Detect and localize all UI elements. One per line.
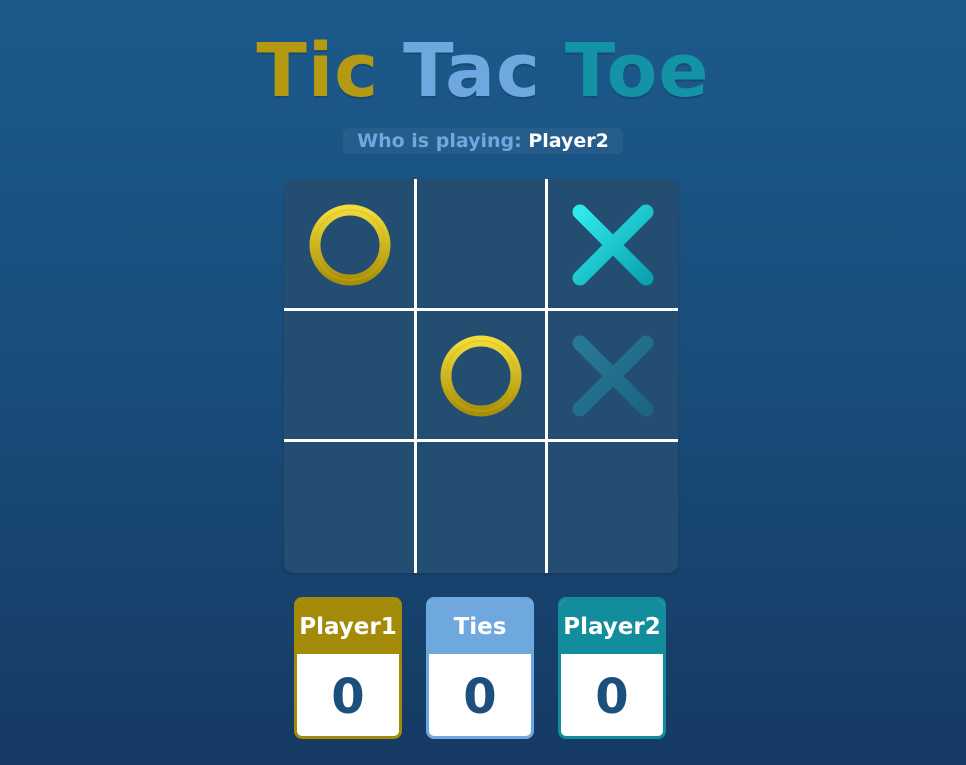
board-cell-4[interactable] [284,310,415,441]
title-word-tic: Tic [256,28,380,114]
board-cell-7[interactable] [284,442,415,573]
score-card-player1: Player1 0 [294,597,402,739]
score-card-ties: Ties 0 [426,597,534,739]
title-word-toe: Toe [564,28,710,114]
score-value-player2: 0 [595,668,629,725]
board-cell-3[interactable] [547,179,678,310]
x-mark-icon [572,204,653,285]
score-value-ties: 0 [463,668,497,725]
game-board [284,179,678,573]
score-label-ties: Ties [429,600,531,654]
board-cell-5[interactable] [415,310,546,441]
board-cell-6[interactable] [547,310,678,441]
score-label-player2: Player2 [561,600,663,654]
grid-line-vertical-2 [545,179,548,573]
board-cell-1[interactable] [284,179,415,310]
x-hover-preview-icon [572,335,653,416]
board-cell-8[interactable] [415,442,546,573]
title-word-tac: Tac [403,28,541,114]
score-value-player1: 0 [331,668,365,725]
o-mark-icon [440,335,521,416]
grid-line-horizontal-1 [284,308,678,311]
score-card-player2: Player2 0 [558,597,666,739]
turn-label: Who is playing: [357,130,522,152]
board-cell-9[interactable] [547,442,678,573]
current-player: Player2 [528,130,609,152]
grid-line-vertical-1 [414,179,417,573]
board-cell-2[interactable] [415,179,546,310]
grid-line-horizontal-2 [284,439,678,442]
o-mark-icon [309,204,390,285]
game-title: Tic Tac Toe [0,26,966,116]
score-label-player1: Player1 [297,600,399,654]
turn-indicator: Who is playing: Player2 [0,128,966,154]
